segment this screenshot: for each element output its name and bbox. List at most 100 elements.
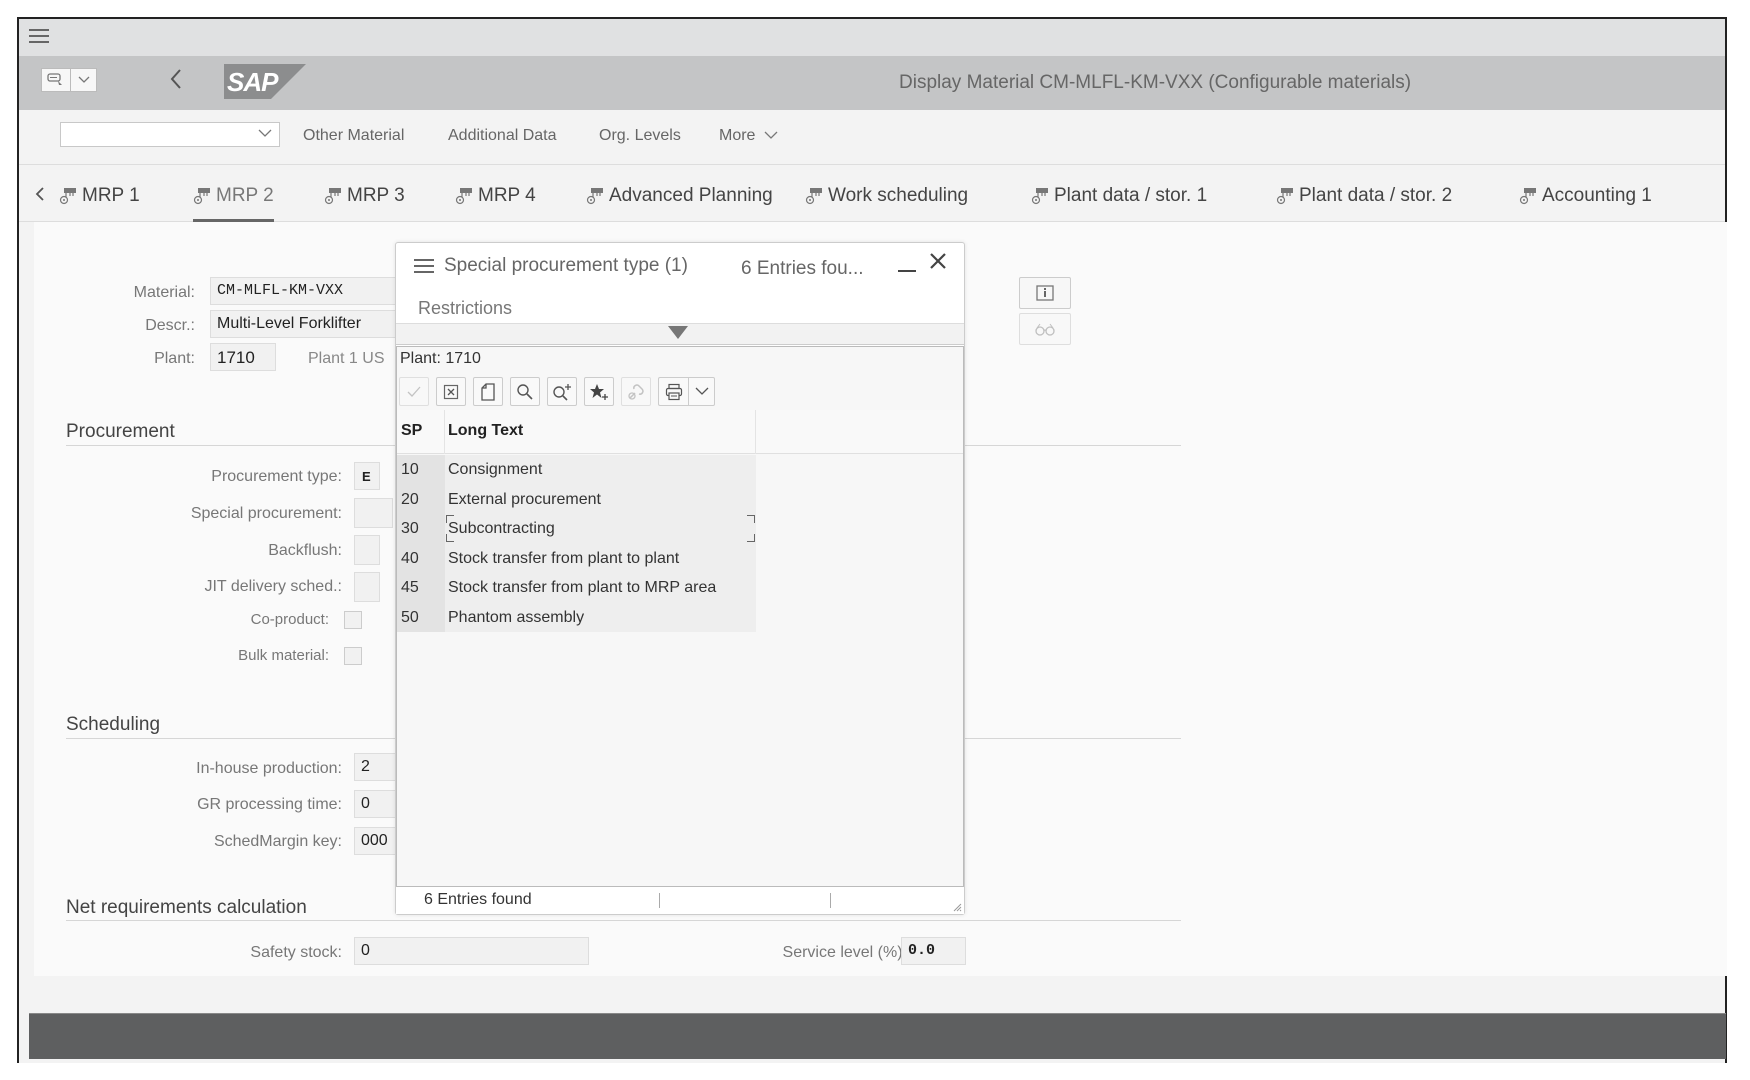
- results-grid: Plant: 1710 SP Long Text 10 Consignment …: [396, 346, 964, 887]
- dialog-status-bar: 6 Entries found: [396, 888, 964, 914]
- print-button[interactable]: [658, 377, 688, 406]
- backflush-field[interactable]: [354, 535, 380, 565]
- hamburger-icon[interactable]: [29, 29, 49, 45]
- search-next-button[interactable]: [547, 377, 577, 406]
- tab-label: MRP 2: [216, 185, 274, 206]
- material-view-icon: [1031, 188, 1048, 205]
- dialog-entry-count: 6 Entries fou...: [741, 258, 864, 279]
- print-dropdown-button[interactable]: [688, 377, 715, 406]
- service-level-field[interactable]: 0.0: [901, 937, 966, 965]
- long-text-cell: External procurement: [445, 484, 756, 514]
- descr-label: Descr.:: [145, 317, 195, 334]
- window-title: Display Material CM-MLFL-KM-VXX (Configu…: [899, 72, 1412, 93]
- procurement-section-title: Procurement: [66, 421, 175, 442]
- more-menu-button[interactable]: More: [719, 127, 778, 145]
- table-row[interactable]: 40 Stock transfer from plant to plant: [397, 543, 756, 573]
- copy-icon: [481, 382, 495, 401]
- close-icon: [930, 253, 946, 269]
- chevron-left-icon[interactable]: [169, 68, 183, 90]
- table-row[interactable]: 10 Consignment: [397, 455, 756, 485]
- status-separator: [830, 893, 831, 908]
- back-button[interactable]: [169, 66, 183, 96]
- grid-caption: Plant: 1710: [400, 350, 481, 367]
- safety-stock-field[interactable]: 0: [354, 937, 589, 965]
- table-row[interactable]: 20 External procurement: [397, 484, 756, 514]
- procurement-type-field[interactable]: E: [354, 462, 380, 490]
- focus-indicator: [747, 515, 755, 523]
- print-icon: [665, 383, 682, 400]
- column-header-sp[interactable]: SP: [401, 422, 422, 440]
- minimize-button[interactable]: [896, 253, 918, 275]
- tab-label: Plant data / stor. 1: [1054, 185, 1208, 206]
- sp-code-cell: 30: [397, 514, 445, 544]
- plant-field[interactable]: 1710: [210, 343, 276, 371]
- minimize-icon: [898, 270, 916, 272]
- table-row[interactable]: 45 Stock transfer from plant to MRP area: [397, 573, 756, 603]
- special-procurement-field[interactable]: [354, 498, 393, 528]
- cancel-button[interactable]: [436, 377, 466, 406]
- info-icon: [1036, 285, 1054, 301]
- sp-code-cell: 10: [397, 455, 445, 485]
- dialog-title-bar: Special procurement type (1): [414, 255, 688, 277]
- grid-toolbar: [399, 377, 715, 406]
- value-help-dialog: Special procurement type (1) 6 Entries f…: [395, 242, 965, 915]
- bulk-material-checkbox[interactable]: [344, 647, 362, 665]
- material-view-icon: [1276, 188, 1293, 205]
- tab-mrp-2[interactable]: MRP 2: [193, 185, 274, 222]
- focus-indicator: [446, 534, 454, 542]
- restrictions-tab[interactable]: Restrictions: [418, 298, 512, 319]
- copy-button[interactable]: [473, 377, 503, 406]
- tab-plant-data-stor-1[interactable]: Plant data / stor. 1: [1031, 185, 1207, 222]
- material-view-icon: [586, 188, 603, 205]
- additional-data-button[interactable]: Additional Data: [448, 127, 557, 145]
- command-field-icon[interactable]: [41, 68, 71, 92]
- tab-work-scheduling[interactable]: Work scheduling: [805, 185, 968, 222]
- chevron-down-icon[interactable]: [258, 126, 272, 141]
- resize-grip-icon[interactable]: [952, 902, 962, 912]
- tab-plant-data-stor-2[interactable]: Plant data / stor. 2: [1276, 185, 1452, 222]
- hamburger-icon[interactable]: [414, 259, 434, 273]
- chevron-down-icon: [764, 131, 778, 139]
- tab-advanced-planning[interactable]: Advanced Planning: [586, 185, 773, 222]
- more-label: More: [719, 127, 756, 144]
- tab-label: Plant data / stor. 2: [1299, 185, 1453, 206]
- tab-mrp-3[interactable]: MRP 3: [324, 185, 405, 222]
- splitter-handle-icon[interactable]: [668, 326, 688, 339]
- column-divider[interactable]: [444, 410, 445, 454]
- link-button[interactable]: [621, 377, 651, 406]
- tab-scroll-left-button[interactable]: [35, 185, 45, 208]
- other-material-button[interactable]: Other Material: [303, 127, 404, 145]
- long-text-cell: Phantom assembly: [445, 602, 756, 632]
- org-levels-button[interactable]: Org. Levels: [599, 127, 681, 145]
- search-next-icon: [553, 383, 571, 401]
- jit-delivery-field[interactable]: [354, 572, 380, 602]
- info-button[interactable]: [1019, 277, 1071, 309]
- splitter-bar[interactable]: [396, 323, 964, 345]
- status-bar: [29, 1013, 1726, 1059]
- search-button[interactable]: [510, 377, 540, 406]
- table-row[interactable]: 50 Phantom assembly: [397, 602, 756, 632]
- safety-stock-label: Safety stock:: [250, 944, 342, 961]
- material-view-icon: [1519, 188, 1536, 205]
- tab-label: MRP 4: [478, 185, 536, 206]
- add-favorite-button[interactable]: [584, 377, 614, 406]
- tab-label: Work scheduling: [828, 185, 969, 206]
- tab-accounting-1[interactable]: Accounting 1: [1519, 185, 1652, 222]
- column-header-long-text[interactable]: Long Text: [448, 422, 523, 440]
- coproduct-checkbox[interactable]: [344, 611, 362, 629]
- command-field-button[interactable]: [41, 68, 97, 92]
- command-input[interactable]: [60, 122, 280, 147]
- plant-name: Plant 1 US: [308, 350, 385, 367]
- tab-mrp-4[interactable]: MRP 4: [455, 185, 536, 222]
- close-button[interactable]: [929, 251, 947, 275]
- chevron-down-icon[interactable]: [71, 68, 97, 92]
- check-button[interactable]: [399, 377, 429, 406]
- sp-code-cell: 50: [397, 602, 445, 632]
- service-level-label: Service level (%):: [782, 944, 907, 961]
- table-row[interactable]: 30 Subcontracting: [397, 514, 756, 544]
- material-view-icon: [193, 188, 210, 205]
- net-requirements-section-title: Net requirements calculation: [66, 897, 307, 918]
- tab-mrp-1[interactable]: MRP 1: [59, 185, 140, 222]
- column-divider[interactable]: [755, 410, 756, 454]
- display-button[interactable]: [1019, 313, 1071, 345]
